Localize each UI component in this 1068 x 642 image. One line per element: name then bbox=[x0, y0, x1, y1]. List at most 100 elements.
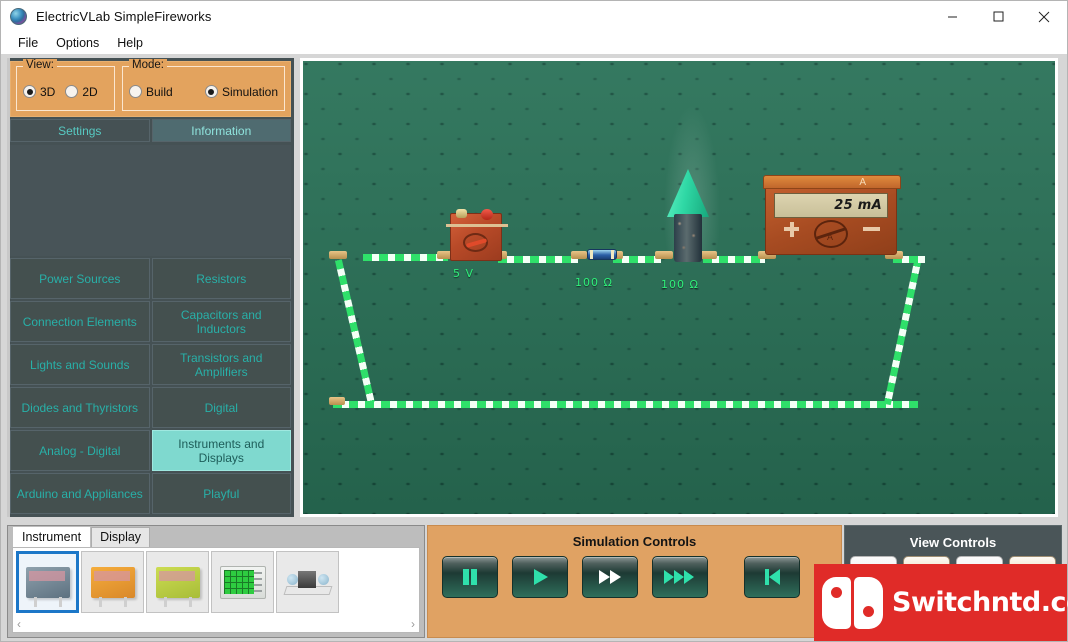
app-icon bbox=[10, 8, 27, 25]
bottom-bars: Instrument Display ‹ › Simulation Contro… bbox=[1, 466, 1068, 641]
oscilloscope-icon bbox=[219, 565, 266, 599]
category-transistors-and-amplifiers[interactable]: Transistors and Amplifiers bbox=[151, 344, 291, 385]
category-connection-elements[interactable]: Connection Elements bbox=[10, 301, 150, 342]
category-diodes-and-thyristors[interactable]: Diodes and Thyristors bbox=[10, 387, 150, 428]
tab-instrument[interactable]: Instrument bbox=[13, 527, 91, 547]
menu-help[interactable]: Help bbox=[108, 33, 152, 53]
category-analog-digital[interactable]: Analog - Digital bbox=[10, 430, 150, 471]
fast-forward-button[interactable] bbox=[582, 556, 638, 598]
category-lights-and-sounds[interactable]: Lights and Sounds bbox=[10, 344, 150, 385]
ammeter-reading: 25 mA bbox=[834, 198, 882, 213]
category-instruments-and-displays[interactable]: Instruments and Displays bbox=[151, 430, 291, 471]
rocket-label: 100 Ω bbox=[661, 278, 699, 291]
category-resistors[interactable]: Resistors bbox=[151, 258, 291, 299]
thumbnail-galvanometer[interactable] bbox=[276, 551, 339, 613]
thumbnail-scroll-row: ‹ › bbox=[13, 616, 419, 632]
scroll-left-arrow[interactable]: ‹ bbox=[17, 617, 21, 631]
radio-3d-label: 3D bbox=[40, 84, 56, 99]
ammeter-symbol-icon: A bbox=[814, 220, 848, 248]
circuit-viewport[interactable]: 5 V 100 Ω 100 Ω A 25 mA A bbox=[300, 58, 1058, 517]
play-icon bbox=[534, 569, 548, 585]
category-capacitors-and-inductors[interactable]: Capacitors and Inductors bbox=[151, 301, 291, 342]
watermark-text: Switchntd.com bbox=[892, 587, 1068, 618]
resistor-label: 100 Ω bbox=[575, 276, 613, 289]
radio-mode-simulation[interactable]: Simulation bbox=[204, 85, 278, 99]
ammeter-positive-terminal bbox=[784, 221, 799, 237]
menu-file[interactable]: File bbox=[9, 33, 47, 53]
minimize-button[interactable] bbox=[929, 1, 975, 32]
view-controls-title: View Controls bbox=[909, 535, 997, 550]
play-button[interactable] bbox=[512, 556, 568, 598]
radio-build-label: Build bbox=[146, 84, 173, 99]
application-window: ElectricVLab SimpleFireworks File Option… bbox=[0, 0, 1068, 642]
pause-button[interactable] bbox=[442, 556, 498, 598]
yellow-meter-icon bbox=[155, 566, 200, 607]
rocket-cone bbox=[667, 169, 709, 217]
battery-bracket-top bbox=[446, 224, 508, 227]
mode-fieldset: Mode: Build Simulation bbox=[122, 59, 285, 111]
close-button[interactable] bbox=[1021, 1, 1067, 32]
very-fast-forward-button[interactable] bbox=[652, 556, 708, 598]
wire-top-left bbox=[363, 254, 448, 261]
ammeter-top-bezel: A bbox=[763, 175, 901, 189]
orange-meter-icon bbox=[90, 566, 135, 607]
galvanometer-icon bbox=[283, 567, 332, 597]
skip-back-icon bbox=[765, 569, 780, 585]
tab-information[interactable]: Information bbox=[151, 119, 291, 142]
resistor-band-left bbox=[590, 250, 593, 259]
view-radio-group: 3D 2D bbox=[23, 85, 108, 99]
connector-resistor-left bbox=[571, 251, 587, 259]
left-sidebar: View: 3D 2D Mode: Build Simulation Setti… bbox=[7, 58, 294, 517]
battery-terminal-negative bbox=[481, 209, 493, 220]
component-thumbnail-area: ‹ › bbox=[12, 547, 420, 633]
mode-radio-group: Build Simulation bbox=[129, 85, 278, 99]
maximize-button[interactable] bbox=[975, 1, 1021, 32]
menu-bar: File Options Help bbox=[1, 32, 1067, 54]
thumbnail-orange-ammeter[interactable] bbox=[81, 551, 144, 613]
menu-options[interactable]: Options bbox=[47, 33, 108, 53]
component-picker-panel: Instrument Display ‹ › bbox=[7, 525, 425, 638]
radio-mode-build[interactable]: Build bbox=[129, 85, 173, 99]
tab-display[interactable]: Display bbox=[91, 527, 151, 547]
ammeter-component[interactable]: A 25 mA A bbox=[763, 175, 901, 255]
firework-rocket-component[interactable] bbox=[667, 169, 709, 265]
resistor-component[interactable] bbox=[587, 249, 617, 260]
thumbnail-gray-panel-meter[interactable] bbox=[16, 551, 79, 613]
main-body: View: 3D 2D Mode: Build Simulation Setti… bbox=[1, 54, 1068, 641]
battery-label: 5 V bbox=[453, 267, 475, 280]
information-content-panel bbox=[10, 145, 291, 256]
restart-button[interactable] bbox=[744, 556, 800, 598]
mode-legend: Mode: bbox=[129, 59, 167, 71]
radio-view-3d[interactable]: 3D bbox=[23, 85, 55, 99]
thumbnail-yellow-voltmeter[interactable] bbox=[146, 551, 209, 613]
radio-view-2d[interactable]: 2D bbox=[65, 84, 98, 99]
ammeter-unit-symbol: A bbox=[859, 177, 866, 188]
gray-meter-icon bbox=[25, 566, 70, 607]
battery-symbol-icon bbox=[463, 233, 488, 252]
window-controls bbox=[929, 1, 1067, 32]
wire-bottom bbox=[333, 401, 918, 408]
thumbnail-oscilloscope[interactable] bbox=[211, 551, 274, 613]
resistor-band-right bbox=[611, 250, 614, 259]
ammeter-negative-terminal bbox=[863, 227, 880, 231]
rocket-body bbox=[674, 214, 702, 262]
connector-left-corner bbox=[329, 251, 347, 259]
category-power-sources[interactable]: Power Sources bbox=[10, 258, 150, 299]
sidebar-tabs: Settings Information bbox=[10, 119, 291, 142]
wire-battery-to-resistor bbox=[498, 256, 578, 263]
radio-2d-label: 2D bbox=[82, 84, 98, 99]
component-thumbnails bbox=[13, 548, 419, 616]
simulation-controls-panel: Simulation Controls bbox=[427, 525, 842, 638]
battery-component[interactable] bbox=[446, 209, 508, 261]
scroll-right-arrow[interactable]: › bbox=[411, 617, 415, 631]
simulation-buttons bbox=[428, 549, 841, 598]
connector-bottom-left bbox=[329, 397, 345, 405]
watermark-banner: Switchntd.com bbox=[814, 564, 1068, 641]
tab-settings[interactable]: Settings bbox=[10, 119, 150, 142]
component-picker-tabs: Instrument Display bbox=[8, 526, 424, 547]
view-mode-panel: View: 3D 2D Mode: Build Simulation bbox=[10, 59, 291, 117]
radio-build-indicator bbox=[129, 85, 142, 98]
triple-forward-icon bbox=[664, 570, 694, 584]
pause-icon bbox=[463, 569, 477, 585]
category-digital[interactable]: Digital bbox=[151, 387, 291, 428]
